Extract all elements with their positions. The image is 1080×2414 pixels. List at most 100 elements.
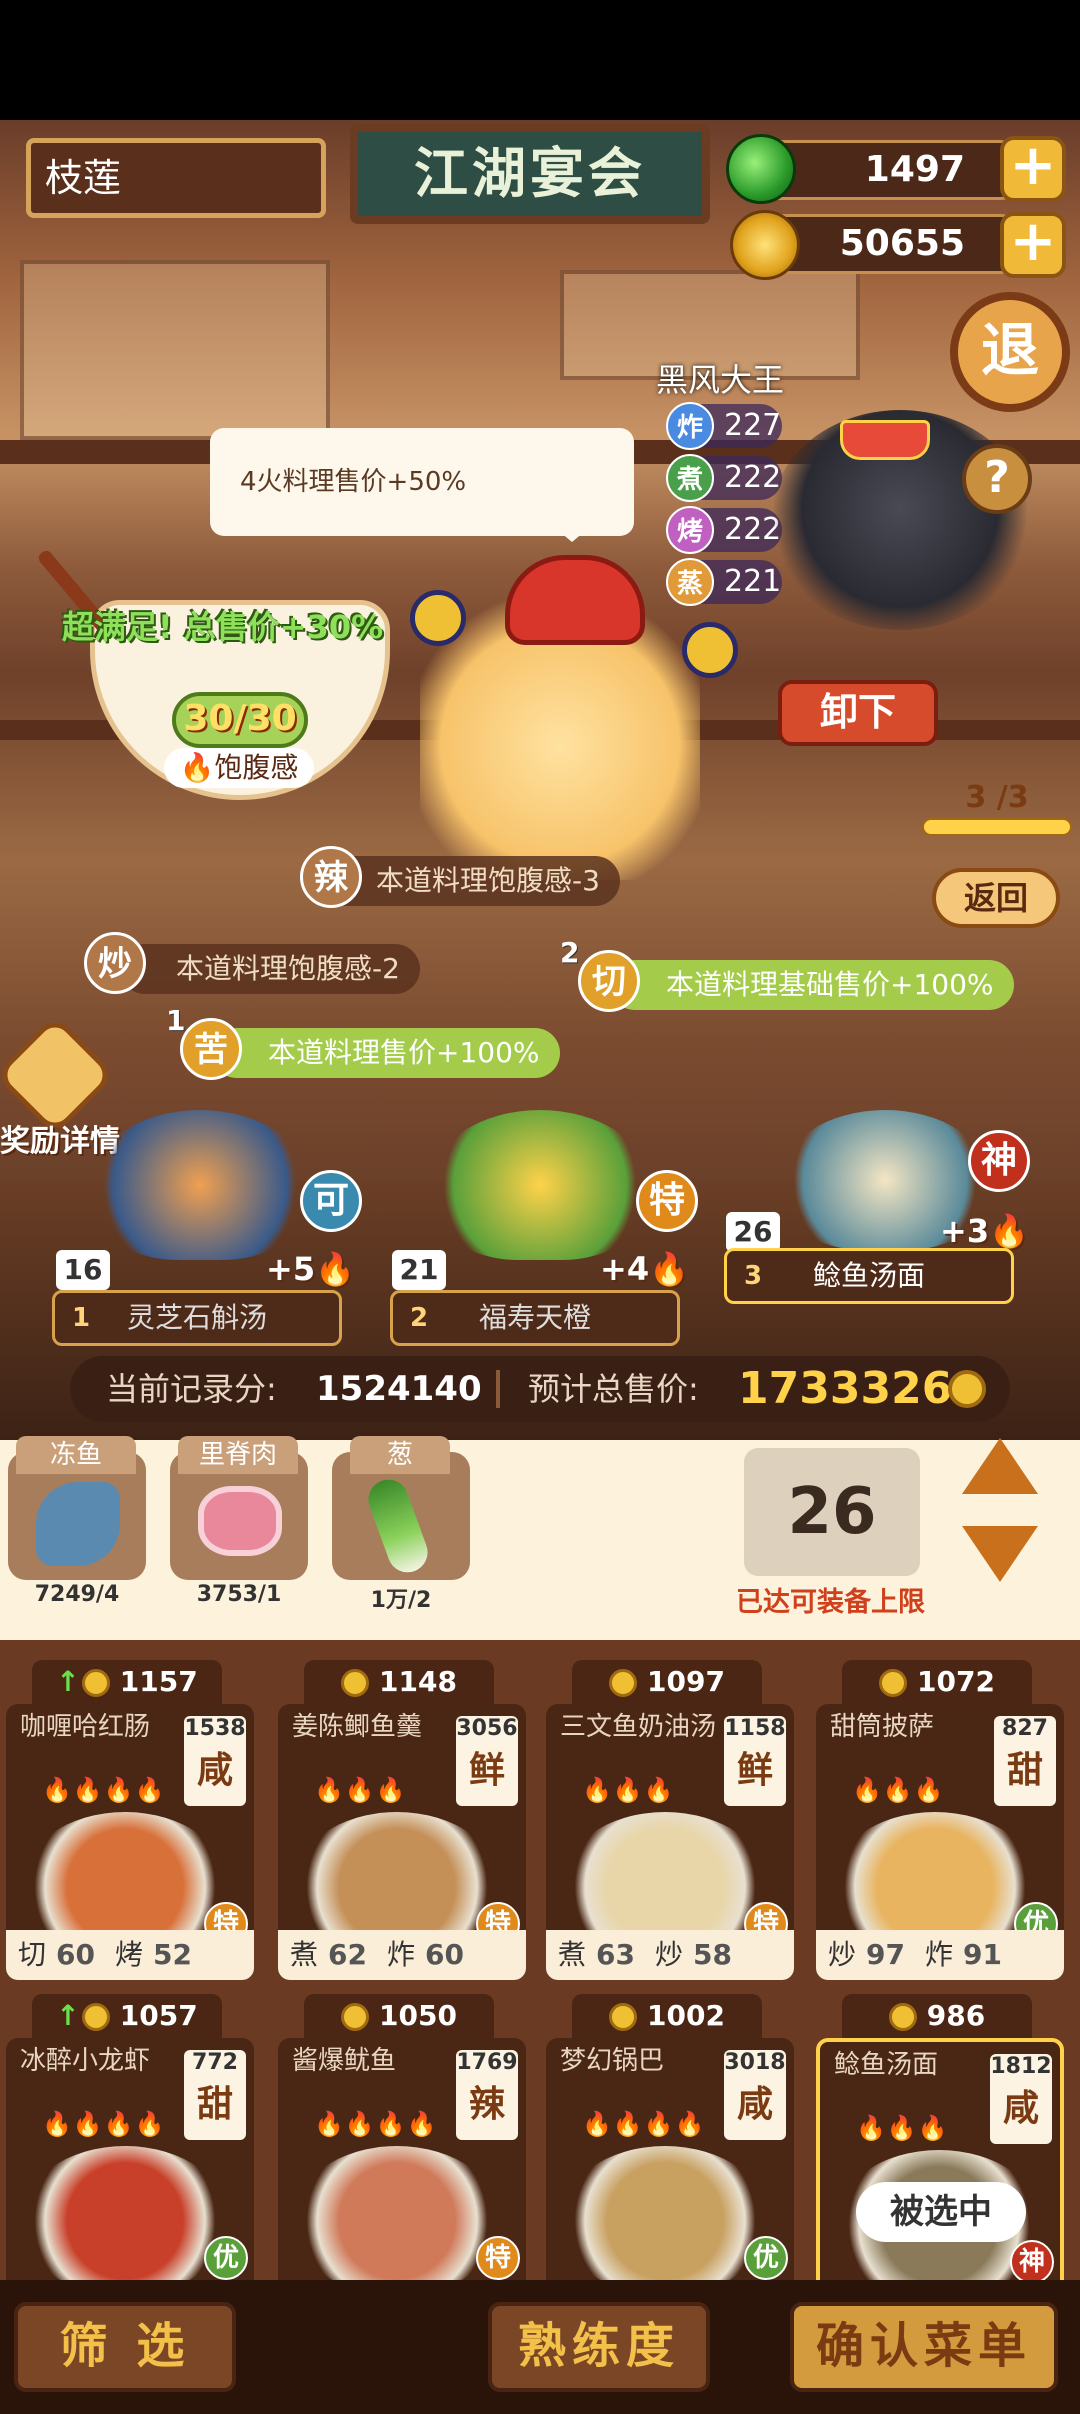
fire-icon: 🔥 xyxy=(989,1212,1029,1250)
dish-name: 姜陈鲫鱼羹 xyxy=(292,1712,423,1742)
bonus-value: +4 xyxy=(600,1250,650,1288)
upgrade-arrow-icon: ↑ xyxy=(56,1665,80,1698)
dish-flavor: 咸 xyxy=(1002,2088,1039,2129)
return-button[interactable]: 返回 xyxy=(932,868,1060,928)
coin-icon xyxy=(341,2003,370,2031)
ingredient-qty: 3753/1 xyxy=(196,1582,282,1607)
dish-value-tag: 1769 辣 xyxy=(456,2050,518,2140)
total-price-label: 预计总售价: xyxy=(528,1370,699,1408)
dish-value: 3018 xyxy=(724,2050,786,2075)
dish-tier-badge: 特 xyxy=(476,2236,520,2280)
effect-bitter: 本道料理售价+100% xyxy=(212,1028,560,1078)
dish-card[interactable]: 酱爆鱿鱼 1769 辣 🔥🔥🔥🔥 特 xyxy=(278,2038,526,2314)
coin-icon xyxy=(81,2003,110,2031)
dish-value-tag: 1538 咸 xyxy=(184,1716,246,1806)
dish-name: 鲶鱼汤面 xyxy=(834,2050,939,2080)
dish-value-tag: 1812 咸 xyxy=(990,2054,1052,2144)
fire-rating-icon: 🔥🔥🔥🔥 xyxy=(582,2110,706,2138)
spicy-icon: 辣 xyxy=(300,846,362,908)
slot-index: 2 xyxy=(409,1303,429,1333)
coin-icon xyxy=(730,210,800,280)
current-score-label: 当前记录分: xyxy=(106,1370,277,1408)
effect-stirfry: 本道料理饱腹感-2 xyxy=(120,944,420,994)
dish-card[interactable]: 三文鱼奶油汤 1158 鲜 🔥🔥🔥 特煮 63 炒 58 xyxy=(546,1704,794,1980)
skill-name: 煮 xyxy=(290,1938,319,1971)
dish-card[interactable]: 鲶鱼汤面 1812 咸 🔥🔥🔥 神被选中 xyxy=(816,2038,1064,2314)
coin-icon xyxy=(341,1669,370,1697)
divider xyxy=(496,1370,500,1408)
dish-price-value: 1050 xyxy=(379,1999,457,2032)
bitter-icon: 苦 xyxy=(180,1018,242,1080)
slot-fire-bonus: +4🔥 xyxy=(600,1250,689,1288)
event-title-sign: 江湖宴会 xyxy=(350,124,710,224)
score-bar: 当前记录分: 1524140 预计总售价: 1733326 xyxy=(70,1356,1010,1422)
dish-value-tag: 772 甜 xyxy=(184,2050,246,2140)
coin-icon xyxy=(948,1370,986,1408)
dish-value: 1538 xyxy=(184,1716,246,1741)
dish-name: 酱爆鱿鱼 xyxy=(292,2046,397,2076)
ingredient-name: 葱 xyxy=(350,1436,450,1474)
effect-level: 1 xyxy=(166,1004,186,1037)
skill-value: 91 xyxy=(963,1938,1002,1971)
filter-button[interactable]: 筛 选 xyxy=(14,2302,236,2392)
slot-count: 16 xyxy=(56,1250,110,1290)
add-gems-button[interactable]: + xyxy=(1000,136,1066,202)
dish-price-value: 1157 xyxy=(119,1665,198,1698)
current-score-value: 1524140 xyxy=(316,1369,482,1409)
unload-button[interactable]: 卸下 xyxy=(778,680,938,746)
stirfry-icon: 炒 xyxy=(84,932,146,994)
fire-rating-icon: 🔥🔥🔥 xyxy=(314,1776,407,1804)
sort-up-button[interactable] xyxy=(962,1438,1038,1494)
dish-value-tag: 3056 鲜 xyxy=(456,1716,518,1806)
skill-name: 煮 xyxy=(558,1938,587,1971)
dish-skill-requirements: 炒 97 炸 91 xyxy=(816,1930,1064,1980)
slot-dish-image[interactable] xyxy=(90,1110,310,1260)
add-coins-button[interactable]: + xyxy=(1000,212,1066,278)
dish-price: 1148 xyxy=(304,1660,494,1704)
dish-card[interactable]: 甜筒披萨 827 甜 🔥🔥🔥 优炒 97 炸 91 xyxy=(816,1704,1064,1980)
dish-price-value: 1002 xyxy=(647,1999,725,2032)
effect-text: 本道料理饱腹感-3 xyxy=(376,864,600,897)
coin-icon xyxy=(609,1669,638,1697)
dish-price-value: 1097 xyxy=(647,1665,725,1698)
ingredient-qty: 1万/2 xyxy=(370,1588,432,1613)
coin-count: 50655 xyxy=(839,223,965,264)
help-button[interactable]: ? xyxy=(962,444,1032,514)
effect-spicy: 本道料理饱腹感-3 xyxy=(320,856,620,906)
confirm-menu-button[interactable]: 确认菜单 xyxy=(790,2302,1058,2392)
slot-dish-image[interactable] xyxy=(430,1110,650,1260)
roast-icon: 烤 xyxy=(666,506,714,554)
dish-flavor: 甜 xyxy=(196,2084,233,2125)
slot-fire-bonus: +5🔥 xyxy=(266,1250,355,1288)
page-progress xyxy=(922,818,1072,836)
fire-rating-icon: 🔥🔥🔥🔥 xyxy=(42,1776,166,1804)
dish-card[interactable]: 咖喱哈红肠 1538 咸 🔥🔥🔥🔥 特切 60 烤 52 xyxy=(6,1704,254,1980)
fire-rating-icon: 🔥🔥🔥🔥 xyxy=(314,2110,438,2138)
skill-value: 63 xyxy=(596,1938,635,1971)
dish-value: 1769 xyxy=(456,2050,518,2075)
dish-value-tag: 1158 鲜 xyxy=(724,1716,786,1806)
status-bar xyxy=(0,0,1080,120)
exit-button[interactable]: 退 xyxy=(950,292,1070,412)
slot-name: 鲶鱼汤面 xyxy=(812,1259,925,1292)
dish-card[interactable]: 冰醉小龙虾 772 甜 🔥🔥🔥🔥 优 xyxy=(6,2038,254,2314)
stat-value: 227 xyxy=(724,408,782,443)
dish-card[interactable]: 梦幻锅巴 3018 咸 🔥🔥🔥🔥 优 xyxy=(546,2038,794,2314)
sort-down-button[interactable] xyxy=(962,1526,1038,1582)
dish-tier-badge: 神 xyxy=(1010,2240,1054,2284)
dish-value: 827 xyxy=(1002,1716,1048,1741)
dish-value: 1158 xyxy=(724,1716,786,1741)
meat-icon xyxy=(198,1486,282,1556)
coin-icon xyxy=(81,1669,110,1697)
fish-icon xyxy=(36,1482,120,1566)
boil-icon: 煮 xyxy=(666,454,714,502)
slot-name: 福寿天橙 xyxy=(478,1301,591,1334)
slot-index: 1 xyxy=(71,1303,91,1333)
proficiency-button[interactable]: 熟练度 xyxy=(488,2302,710,2392)
skill-value: 60 xyxy=(425,1938,464,1971)
skill-name: 炸 xyxy=(924,1938,953,1971)
dish-card[interactable]: 姜陈鲫鱼羹 3056 鲜 🔥🔥🔥 特煮 62 炸 60 xyxy=(278,1704,526,1980)
coin-icon xyxy=(609,2003,638,2031)
chef-hat xyxy=(505,555,645,645)
slot-grade-badge: 特 xyxy=(636,1170,698,1232)
